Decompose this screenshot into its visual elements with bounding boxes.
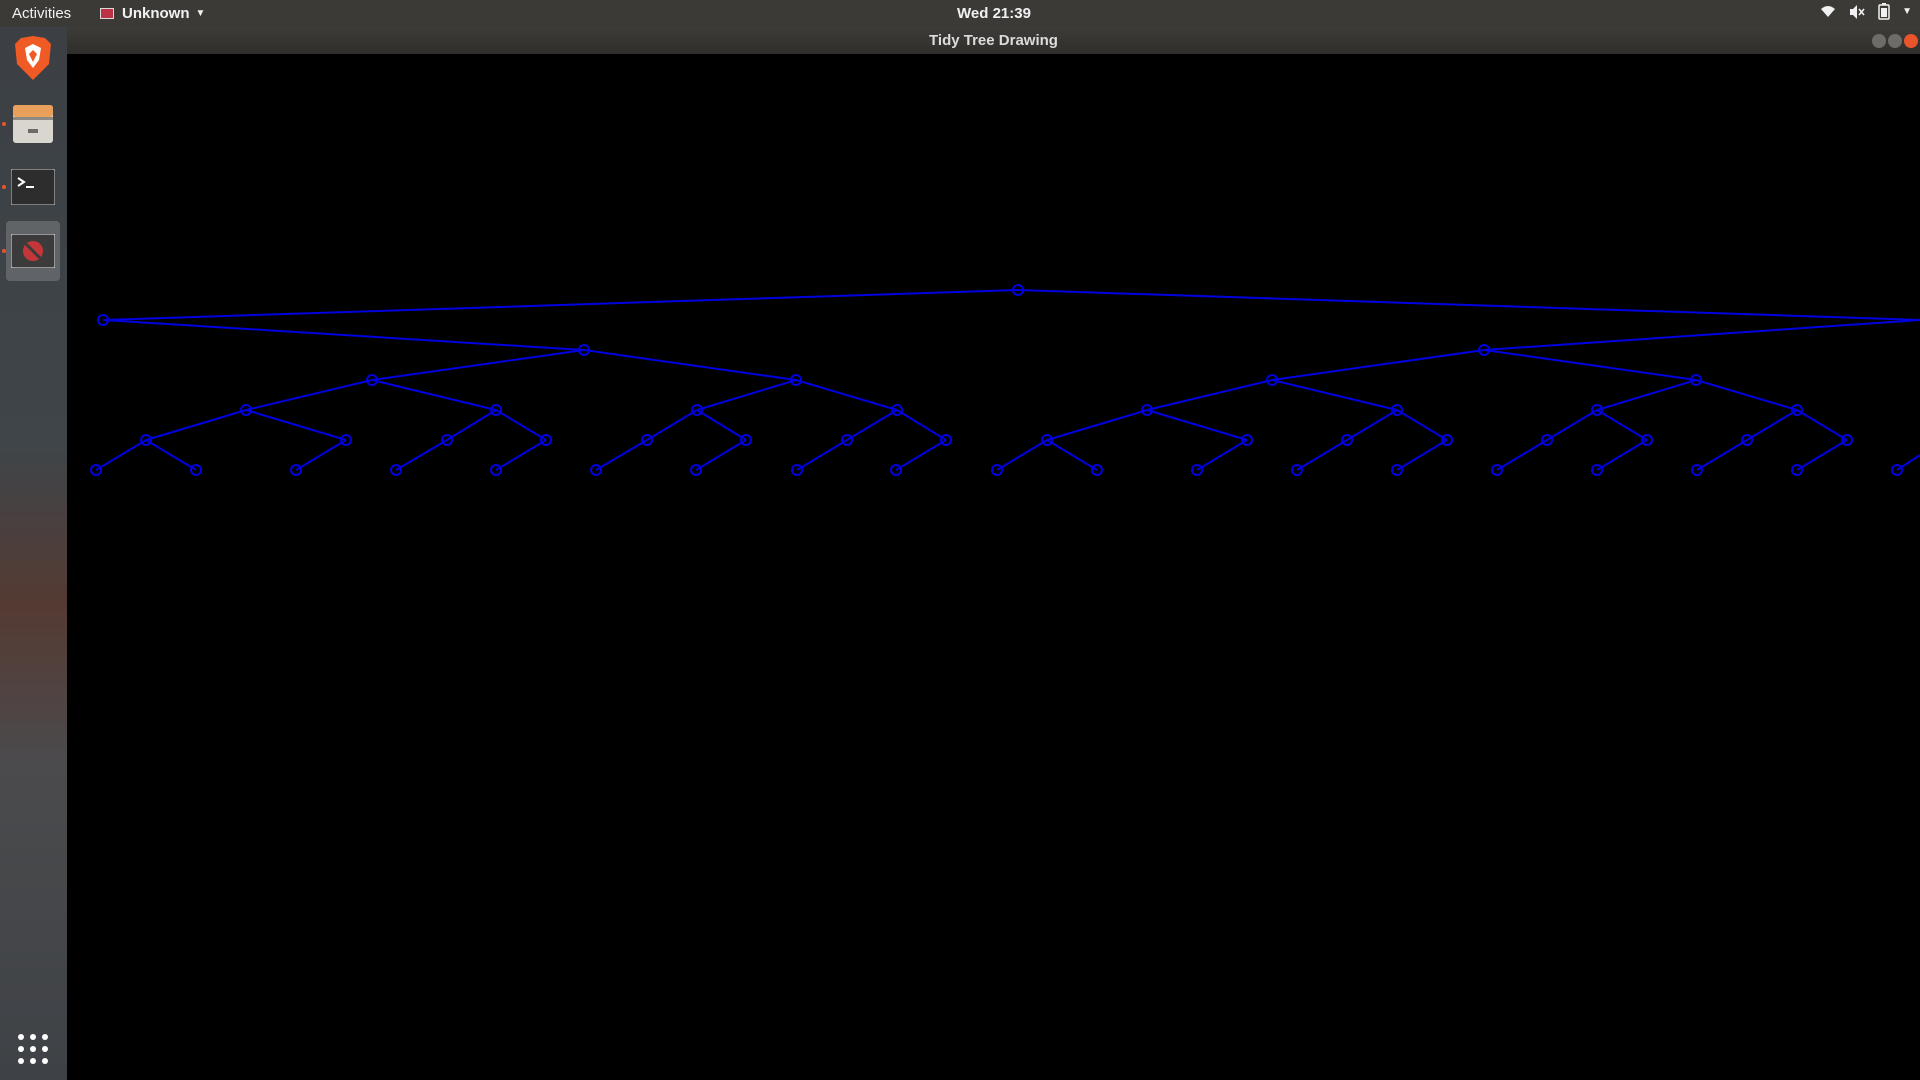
tree-edge <box>145 439 197 471</box>
files-icon <box>13 105 53 143</box>
chevron-down-icon: ▼ <box>1902 6 1912 17</box>
tree-edge <box>1483 319 1920 351</box>
tree-edge <box>371 379 497 411</box>
tree-edge <box>696 409 747 441</box>
tree-edge <box>245 409 347 441</box>
tree-edge <box>646 409 698 441</box>
dock-item-terminal[interactable] <box>6 160 60 214</box>
battery-icon <box>1878 3 1890 20</box>
tree-edge <box>1695 379 1798 411</box>
dock-item-tidy-tree[interactable] <box>6 221 60 281</box>
tree-edge <box>1196 439 1248 471</box>
tree-edge <box>1396 439 1448 471</box>
tree-edge <box>1796 409 1848 441</box>
tree-edge <box>102 289 1019 321</box>
tree-edge <box>696 379 797 411</box>
dock-item-brave[interactable] <box>6 31 60 85</box>
tree-edge <box>796 439 848 471</box>
tree-edge <box>1596 379 1697 411</box>
tree-edge <box>495 409 547 441</box>
tree-edge <box>1271 379 1398 411</box>
tree-edge <box>1046 409 1148 441</box>
tree-edge <box>295 439 347 471</box>
window-title: Tidy Tree Drawing <box>929 32 1058 49</box>
app-icon <box>11 234 55 268</box>
tree-edge <box>1271 349 1485 381</box>
clock[interactable]: Wed 21:39 <box>0 5 1920 22</box>
tree-drawing <box>90 284 1920 476</box>
tree-edge <box>583 349 797 381</box>
tree-edge <box>1017 289 1920 321</box>
tree-edge <box>1596 409 1648 441</box>
grid-icon <box>18 1034 48 1064</box>
maximize-button[interactable] <box>1888 34 1902 48</box>
tree-edge <box>895 439 947 471</box>
tree-edge <box>495 439 547 471</box>
tree-edge <box>95 439 147 471</box>
tree-edge <box>695 439 747 471</box>
tree-edge <box>1396 409 1448 441</box>
tree-edge <box>1796 439 1848 471</box>
tree-canvas <box>67 54 1920 1080</box>
tree-edge <box>896 409 947 441</box>
tree-edge <box>1146 379 1273 411</box>
tree-edge <box>846 409 898 441</box>
dock-item-files[interactable] <box>6 97 60 151</box>
tree-edge <box>102 319 585 351</box>
wifi-icon <box>1821 5 1836 17</box>
tree-edge <box>446 409 497 441</box>
tree-edge <box>371 349 585 381</box>
dock <box>0 27 67 1080</box>
tree-edge <box>1696 439 1748 471</box>
tree-edge <box>1483 349 1697 381</box>
tree-edge <box>1346 409 1398 441</box>
tree-edge <box>145 409 247 441</box>
tree-edge <box>395 439 448 471</box>
volume-muted-icon <box>1850 4 1865 19</box>
tree-edge <box>1296 439 1348 471</box>
tree-edge <box>1046 439 1098 471</box>
minimize-button[interactable] <box>1872 34 1886 48</box>
window-titlebar[interactable]: Tidy Tree Drawing <box>67 27 1920 54</box>
terminal-icon <box>11 169 55 205</box>
show-apps-button[interactable] <box>6 1022 60 1076</box>
tree-edge <box>996 439 1048 471</box>
tree-edge <box>595 439 648 471</box>
tree-edge <box>1546 409 1598 441</box>
tree-edge <box>1146 409 1248 441</box>
close-button[interactable] <box>1904 34 1918 48</box>
tree-edge <box>245 379 373 411</box>
tree-edge <box>1596 439 1648 471</box>
top-bar: Activities Unknown ▼ Wed 21:39 ▼ <box>0 0 1920 27</box>
tree-edge <box>1746 409 1798 441</box>
tree-edge <box>1496 439 1548 471</box>
system-tray[interactable]: ▼ <box>1820 3 1912 20</box>
tree-edge <box>795 379 898 411</box>
brave-icon <box>15 36 51 80</box>
